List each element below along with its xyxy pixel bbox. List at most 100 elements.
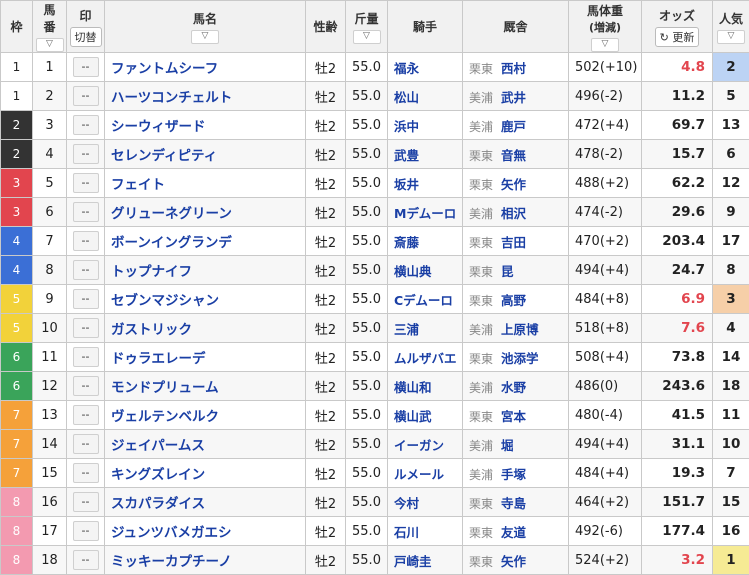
horse-name-link[interactable]: フェイト <box>104 168 306 198</box>
header-horse-name[interactable]: 馬名 ▽ <box>104 0 306 53</box>
jockey-link[interactable]: イーガン <box>387 429 463 459</box>
horse-name-link[interactable]: ドゥラエレーデ <box>104 342 306 372</box>
kinryo-cell: 55.0 <box>345 371 388 401</box>
horse-name-link[interactable]: ミッキーカプチーノ <box>104 545 306 575</box>
horse-name-link[interactable]: トップナイフ <box>104 255 306 285</box>
trainer-link[interactable]: 水野 <box>501 380 526 395</box>
horse-name-link[interactable]: モンドプリューム <box>104 371 306 401</box>
horse-name-link[interactable]: ジェイパームス <box>104 429 306 459</box>
odds-cell: 24.7 <box>641 255 713 285</box>
trainer-link[interactable]: 寺島 <box>501 496 526 511</box>
mark-select[interactable]: -- <box>72 521 99 541</box>
mark-cell: -- <box>66 139 105 169</box>
mark-select[interactable]: -- <box>72 173 99 193</box>
horse-name-link[interactable]: ヴェルテンベルク <box>104 400 306 430</box>
jockey-link[interactable]: 斎藤 <box>387 226 463 256</box>
trainer-link[interactable]: 手塚 <box>501 467 526 482</box>
mark-select[interactable]: -- <box>72 202 99 222</box>
shutuba-table: 枠 馬 番 ▽ 印 切替 馬名 ▽ 性齢 斤量 ▽ 騎手 厩舎 馬体重 (増減)… <box>0 0 749 575</box>
horse-name-link[interactable]: グリューネグリーン <box>104 197 306 227</box>
jockey-link[interactable]: 横山典 <box>387 255 463 285</box>
mark-select[interactable]: -- <box>72 260 99 280</box>
mark-select[interactable]: -- <box>72 463 99 483</box>
trainer-link[interactable]: 音無 <box>501 148 526 163</box>
header-weight[interactable]: 馬体重 (増減) ▽ <box>568 0 642 53</box>
jockey-link[interactable]: Mデムーロ <box>387 197 463 227</box>
sort-down-icon[interactable]: ▽ <box>352 29 381 44</box>
mark-toggle-button[interactable]: 切替 <box>69 26 102 47</box>
jockey-link[interactable]: 三浦 <box>387 313 463 343</box>
horse-name-link[interactable]: ジュンツバメガエシ <box>104 516 306 546</box>
jockey-link[interactable]: ムルザバエ <box>387 342 463 372</box>
sort-down-icon[interactable]: ▽ <box>717 29 745 44</box>
jockey-link[interactable]: 福永 <box>387 52 463 82</box>
horse-name-link[interactable]: ハーツコンチェルト <box>104 81 306 111</box>
trainer-link[interactable]: 相沢 <box>501 206 526 221</box>
horse-name-link[interactable]: ファントムシーフ <box>104 52 306 82</box>
sort-down-icon[interactable]: ▽ <box>35 38 64 52</box>
trainer-link[interactable]: 鹿戸 <box>501 119 526 134</box>
sort-down-icon[interactable]: ▽ <box>191 29 219 44</box>
mark-select[interactable]: -- <box>72 492 99 512</box>
trainer-region: 美浦 <box>469 438 494 453</box>
header-popularity[interactable]: 人気 ▽ <box>712 0 749 53</box>
trainer-cell: 栗東 寺島 <box>462 487 569 517</box>
trainer-link[interactable]: 武井 <box>501 90 526 105</box>
horse-name-link[interactable]: セブンマジシャン <box>104 284 306 314</box>
horse-name-link[interactable]: キングズレイン <box>104 458 306 488</box>
horse-name-link[interactable]: スカパラダイス <box>104 487 306 517</box>
sex-age-cell: 牡2 <box>305 197 346 227</box>
refresh-button[interactable]: ↻ 更新 <box>654 26 700 47</box>
mark-select[interactable]: -- <box>72 57 99 77</box>
header-umaban[interactable]: 馬 番 ▽ <box>32 0 67 53</box>
jockey-link[interactable]: Cデムーロ <box>387 284 463 314</box>
sort-down-icon[interactable]: ▽ <box>591 37 619 52</box>
entry-row: 3 6 -- グリューネグリーン 牡2 55.0 Mデムーロ 美浦 相沢 474(-2) 29.6 9 <box>0 197 749 227</box>
mark-cell: -- <box>66 168 105 198</box>
mark-select[interactable]: -- <box>72 231 99 251</box>
header-jockey-label: 騎手 <box>412 20 437 34</box>
jockey-link[interactable]: 石川 <box>387 516 463 546</box>
mark-select[interactable]: -- <box>72 144 99 164</box>
jockey-link[interactable]: 戸崎圭 <box>387 545 463 575</box>
jockey-link[interactable]: 浜中 <box>387 110 463 140</box>
horse-name-link[interactable]: ガストリック <box>104 313 306 343</box>
jockey-link[interactable]: 横山和 <box>387 371 463 401</box>
horse-name-link[interactable]: シーウィザード <box>104 110 306 140</box>
mark-select[interactable]: -- <box>72 434 99 454</box>
trainer-link[interactable]: 昆 <box>501 264 514 279</box>
trainer-link[interactable]: 堀 <box>501 438 514 453</box>
trainer-link[interactable]: 高野 <box>501 293 526 308</box>
jockey-link[interactable]: 坂井 <box>387 168 463 198</box>
trainer-link[interactable]: 池添学 <box>501 351 539 366</box>
mark-select[interactable]: -- <box>72 405 99 425</box>
trainer-link[interactable]: 友道 <box>501 525 526 540</box>
trainer-link[interactable]: 矢作 <box>501 177 526 192</box>
trainer-link[interactable]: 上原博 <box>501 322 539 337</box>
jockey-link[interactable]: 松山 <box>387 81 463 111</box>
mark-select[interactable]: -- <box>72 550 99 570</box>
mark-cell: -- <box>66 197 105 227</box>
odds-cell: 177.4 <box>641 516 713 546</box>
jockey-link[interactable]: 今村 <box>387 487 463 517</box>
trainer-link[interactable]: 西村 <box>501 61 526 76</box>
horse-name-link[interactable]: ボーンイングランデ <box>104 226 306 256</box>
header-kinryo[interactable]: 斤量 ▽ <box>345 0 388 53</box>
horse-name-link[interactable]: セレンディピティ <box>104 139 306 169</box>
mark-select[interactable]: -- <box>72 289 99 309</box>
jockey-link[interactable]: ルメール <box>387 458 463 488</box>
jockey-link[interactable]: 武豊 <box>387 139 463 169</box>
trainer-link[interactable]: 吉田 <box>501 235 526 250</box>
trainer-link[interactable]: 宮本 <box>501 409 526 424</box>
mark-select[interactable]: -- <box>72 347 99 367</box>
mark-select[interactable]: -- <box>72 115 99 135</box>
mark-select[interactable]: -- <box>72 86 99 106</box>
jockey-link[interactable]: 横山武 <box>387 400 463 430</box>
trainer-region: 美浦 <box>469 119 494 134</box>
mark-select[interactable]: -- <box>72 376 99 396</box>
umaban-cell: 3 <box>32 110 67 140</box>
header-jockey: 騎手 <box>387 0 463 53</box>
trainer-cell: 栗東 高野 <box>462 284 569 314</box>
mark-select[interactable]: -- <box>72 318 99 338</box>
trainer-link[interactable]: 矢作 <box>501 554 526 569</box>
